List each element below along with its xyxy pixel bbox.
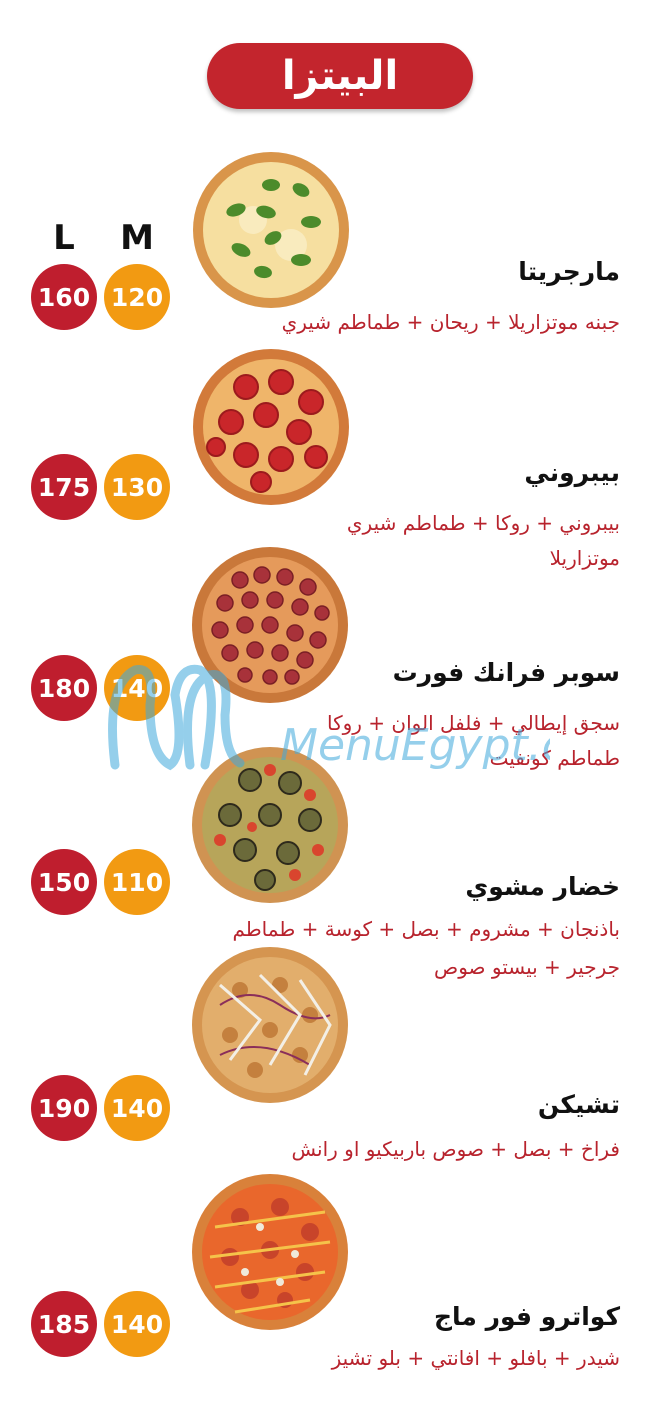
pepperoni-pizza-image bbox=[193, 349, 349, 505]
price-medium: 140 bbox=[104, 1291, 170, 1357]
size-label-medium: M bbox=[120, 218, 154, 258]
size-label-large: L bbox=[53, 218, 75, 258]
quattro-formaggi-pizza-image bbox=[192, 1174, 348, 1330]
item-name: تشيكن bbox=[537, 1090, 620, 1119]
item-description: جرجير + بيستو صوص bbox=[434, 955, 620, 979]
item-description: موتزاريلا bbox=[549, 546, 620, 570]
item-name: سوبر فرانك فورت bbox=[392, 658, 620, 687]
price-large: 180 bbox=[31, 655, 97, 721]
price-large: 160 bbox=[31, 264, 97, 330]
item-description: جبنه موتزاريلا + ريحان + طماطم شيري bbox=[281, 310, 620, 334]
price-medium: 140 bbox=[104, 655, 170, 721]
item-name: بيبروني bbox=[524, 458, 620, 487]
item-description: شيدر + بافلو + افانتي + بلو تشيز bbox=[331, 1346, 620, 1370]
item-name: مارجريتا bbox=[518, 257, 620, 286]
item-description: طماطم كونفيت bbox=[489, 746, 620, 770]
price-medium: 140 bbox=[104, 1075, 170, 1141]
price-large: 175 bbox=[31, 454, 97, 520]
price-large: 185 bbox=[31, 1291, 97, 1357]
margherita-pizza-image bbox=[193, 152, 349, 308]
price-medium: 120 bbox=[104, 264, 170, 330]
item-description: فراخ + بصل + صوص باربيكيو او رانش bbox=[291, 1137, 620, 1161]
chicken-pizza-image bbox=[192, 947, 348, 1103]
price-medium: 130 bbox=[104, 454, 170, 520]
sausage-pizza-image bbox=[192, 547, 348, 703]
item-name: خضار مشوي bbox=[465, 872, 620, 901]
item-description: بيبروني + روكا + طماطم شيري bbox=[346, 511, 620, 535]
item-description: باذنجان + مشروم + بصل + كوسة + طماطم bbox=[232, 917, 620, 941]
item-description: سجق إيطالي + فلفل الوان + روكا bbox=[327, 711, 620, 735]
item-name: كواترو فور ماج bbox=[434, 1302, 620, 1331]
price-medium: 110 bbox=[104, 849, 170, 915]
price-large: 190 bbox=[31, 1075, 97, 1141]
price-large: 150 bbox=[31, 849, 97, 915]
menu-section-title: البيتزا bbox=[207, 43, 473, 109]
grilled-vegetable-pizza-image bbox=[192, 747, 348, 903]
